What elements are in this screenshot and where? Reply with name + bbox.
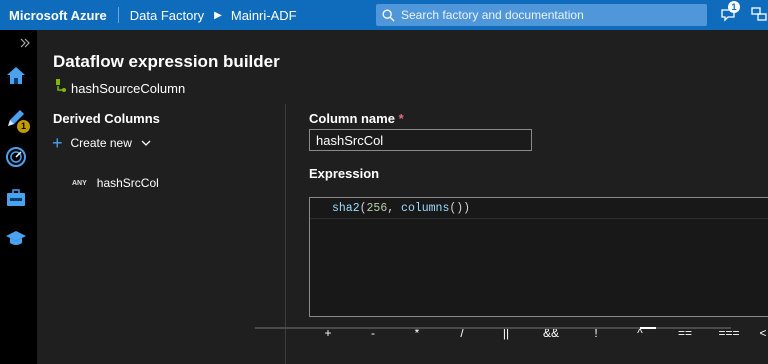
pane-divider[interactable] (285, 104, 286, 364)
expression-code[interactable]: sha2(256, columns()) (332, 202, 470, 215)
expand-icon[interactable] (20, 38, 30, 48)
operator-toolbar: + - * / || && ! ^ == === < (309, 326, 768, 350)
column-type-tag: ANY (72, 179, 87, 187)
left-nav-rail (0, 30, 37, 364)
home-icon[interactable] (5, 65, 27, 85)
expression-editor[interactable]: sha2(256, columns()) (309, 197, 768, 317)
create-new-label: Create new (70, 136, 132, 150)
breadcrumb-factory-name[interactable]: Mainri-ADF (231, 8, 297, 23)
search-icon (382, 9, 395, 21)
derived-column-name: hashSrcCol (96, 176, 159, 190)
expression-label: Expression (309, 166, 380, 181)
page-title: Dataflow expression builder (53, 52, 280, 71)
operator-less-than-button[interactable]: < (759, 326, 766, 340)
search-box[interactable] (376, 4, 707, 26)
derived-column-icon (56, 79, 66, 92)
column-name-input[interactable] (309, 129, 532, 151)
operator-scroll-thumb[interactable] (640, 327, 656, 329)
notification-count-badge: 1 (728, 1, 740, 13)
expression-builder-panel: Dataflow expression builder hashSourceCo… (37, 30, 768, 364)
column-name-label: Column name * (309, 111, 404, 126)
search-input[interactable] (401, 8, 691, 22)
monitor-icon[interactable] (5, 146, 27, 168)
switch-directory-icon[interactable] (751, 6, 767, 22)
brand-separator (117, 7, 119, 23)
author-pending-badge: 1 (17, 120, 30, 133)
chevron-down-icon (141, 140, 151, 146)
required-marker: * (398, 111, 404, 126)
derived-columns-header: Derived Columns (53, 111, 160, 126)
plus-icon: + (52, 133, 63, 153)
breadcrumb-data-factory[interactable]: Data Factory (130, 8, 204, 23)
manage-icon[interactable] (5, 187, 27, 209)
operator-scroll-track[interactable] (255, 327, 731, 329)
learning-icon[interactable] (5, 228, 27, 248)
breadcrumb-chevron-icon: ▶ (214, 9, 222, 21)
create-new-button[interactable]: + Create new (52, 134, 151, 152)
brand-title[interactable]: Microsoft Azure (9, 8, 107, 23)
derived-column-item[interactable]: ANY hashSrcCol (72, 176, 159, 190)
transform-name: hashSourceColumn (71, 81, 186, 96)
